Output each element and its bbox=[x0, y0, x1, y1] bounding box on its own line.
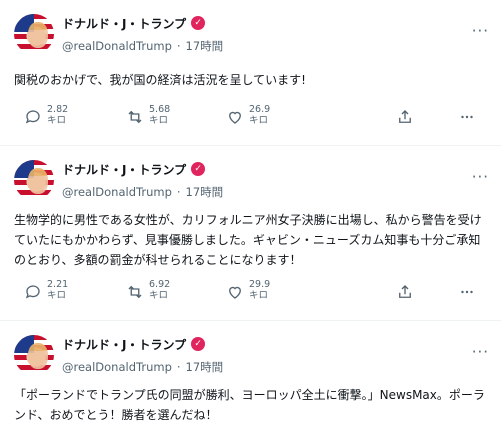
verified-badge-icon: ✓ bbox=[191, 162, 206, 176]
handle[interactable]: @realDonaldTrump bbox=[62, 185, 172, 199]
post-actions: 2.21 キロ 6.92 キロ 29.9 キロ bbox=[0, 279, 501, 309]
separator-dot: · bbox=[176, 360, 181, 374]
share-icon bbox=[399, 285, 411, 298]
reply-count-unit: キロ bbox=[47, 290, 67, 301]
like-count-unit: キロ bbox=[249, 115, 269, 126]
reply-count-unit: キロ bbox=[47, 115, 67, 126]
share-icon bbox=[399, 110, 411, 123]
like-count-unit: キロ bbox=[249, 290, 269, 301]
separator-dot: · bbox=[176, 39, 181, 53]
verified-badge-icon: ✓ bbox=[191, 16, 206, 30]
post-header: ドナルド・J・トランプ ✓ @realDonaldTrump · 17時間 bbox=[62, 14, 223, 54]
more-share-button[interactable] bbox=[458, 279, 476, 301]
reply-button[interactable]: 2.21 キロ bbox=[24, 279, 68, 301]
repost-icon bbox=[128, 285, 142, 299]
repost-count: 5.68 bbox=[149, 104, 171, 115]
more-share-button[interactable] bbox=[458, 104, 476, 126]
more-options-icon[interactable]: ··· bbox=[472, 22, 489, 40]
share-button[interactable] bbox=[396, 279, 414, 301]
like-count: 29.9 bbox=[249, 279, 271, 290]
more-options-icon[interactable]: ··· bbox=[472, 343, 489, 361]
post-text: 関税のおかげで、我が国の経済は活況を呈しています! bbox=[14, 73, 306, 87]
display-name[interactable]: ドナルド・J・トランプ bbox=[62, 336, 186, 353]
share-button[interactable] bbox=[396, 104, 414, 126]
post-header: ドナルド・J・トランプ ✓ @realDonaldTrump · 17時間 bbox=[62, 335, 223, 375]
heart-icon bbox=[229, 111, 241, 124]
reply-icon bbox=[25, 285, 40, 299]
post-text: 「ポーランドでトランプ氏の同盟が勝利、ヨーロッパ全土に衝撃。」NewsMax。ポ… bbox=[14, 388, 485, 422]
handle[interactable]: @realDonaldTrump bbox=[62, 39, 172, 53]
post-3[interactable]: ドナルド・J・トランプ ✓ @realDonaldTrump · 17時間 ··… bbox=[0, 321, 501, 439]
ellipsis-icon bbox=[461, 115, 473, 119]
reply-button[interactable]: 2.82 キロ bbox=[24, 104, 68, 126]
repost-count: 6.92 bbox=[149, 279, 171, 290]
repost-icon bbox=[128, 110, 142, 124]
heart-icon bbox=[229, 286, 241, 299]
reply-icon bbox=[25, 110, 40, 124]
post-2[interactable]: ドナルド・J・トランプ ✓ @realDonaldTrump · 17時間 ··… bbox=[0, 146, 501, 321]
post-feed: ドナルド・J・トランプ ✓ @realDonaldTrump · 17時間 ··… bbox=[0, 0, 501, 439]
like-button[interactable]: 29.9 キロ bbox=[226, 279, 270, 301]
reply-count: 2.82 bbox=[47, 104, 69, 115]
handle[interactable]: @realDonaldTrump bbox=[62, 360, 172, 374]
display-name[interactable]: ドナルド・J・トランプ bbox=[62, 161, 186, 178]
separator-dot: · bbox=[176, 185, 181, 199]
repost-count-unit: キロ bbox=[149, 290, 169, 301]
post-header: ドナルド・J・トランプ ✓ @realDonaldTrump · 17時間 bbox=[62, 160, 223, 200]
timestamp[interactable]: 17時間 bbox=[186, 38, 224, 54]
repost-button[interactable]: 5.68 キロ bbox=[126, 104, 170, 126]
avatar[interactable] bbox=[14, 335, 54, 375]
timestamp[interactable]: 17時間 bbox=[186, 184, 224, 200]
post-text: 生物学的に男性である女性が、カリフォルニア州女子決勝に出場し、私から警告を受けて… bbox=[14, 213, 482, 267]
avatar[interactable] bbox=[14, 160, 54, 200]
display-name[interactable]: ドナルド・J・トランプ bbox=[62, 15, 186, 32]
avatar[interactable] bbox=[14, 14, 54, 54]
ellipsis-icon bbox=[461, 290, 473, 294]
more-options-icon[interactable]: ··· bbox=[472, 168, 489, 186]
like-button[interactable]: 26.9 キロ bbox=[226, 104, 270, 126]
repost-button[interactable]: 6.92 キロ bbox=[126, 279, 170, 301]
repost-count-unit: キロ bbox=[149, 115, 169, 126]
post-actions: 2.82 キロ 5.68 キロ 26.9 キロ bbox=[0, 104, 501, 134]
timestamp[interactable]: 17時間 bbox=[186, 359, 224, 375]
verified-badge-icon: ✓ bbox=[191, 337, 206, 351]
like-count: 26.9 bbox=[249, 104, 271, 115]
reply-count: 2.21 bbox=[47, 279, 69, 290]
post-1[interactable]: ドナルド・J・トランプ ✓ @realDonaldTrump · 17時間 ··… bbox=[0, 0, 501, 146]
